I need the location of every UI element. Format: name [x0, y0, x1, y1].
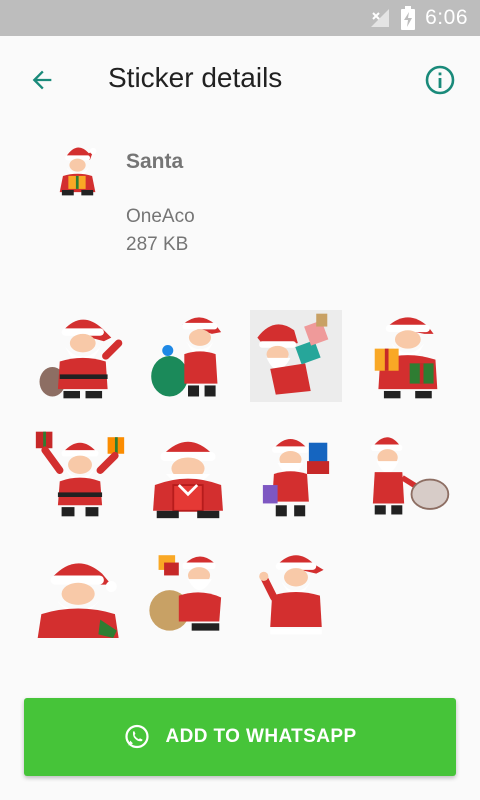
santa-holding-gifts: [374, 317, 438, 399]
whatsapp-icon: [125, 724, 150, 749]
no-signal-icon: [371, 9, 390, 27]
santa-smiling: [37, 563, 119, 638]
sticker-item[interactable]: [356, 424, 456, 524]
santa-with-sack-waving: [39, 319, 123, 399]
status-icons: 6:06: [369, 0, 468, 36]
sticker-item[interactable]: [356, 306, 456, 406]
info-icon: [425, 65, 455, 95]
page-title: Sticker details: [108, 62, 283, 93]
pack-name: Santa: [126, 150, 184, 173]
santa-waving: [259, 555, 324, 635]
tray-icon: [50, 140, 104, 200]
santa-holding-red-gift: [153, 441, 223, 519]
sticker-item[interactable]: [246, 306, 346, 406]
status-time: 6:06: [425, 6, 468, 29]
app-bar: Sticker details: [0, 36, 480, 120]
battery-charging-icon: [401, 6, 416, 30]
sticker-item[interactable]: [138, 424, 238, 524]
sticker-item[interactable]: [138, 542, 238, 642]
santa-lying-with-gifts: [149, 555, 222, 631]
sticker-item[interactable]: [246, 424, 346, 524]
sticker-item[interactable]: [246, 542, 346, 642]
arrow-back-icon: [32, 70, 52, 90]
pack-publisher: OneAco: [126, 206, 195, 227]
add-to-whatsapp-button[interactable]: ADD TO WHATSAPP: [24, 698, 456, 776]
santa-raising-gifts: [35, 431, 125, 517]
sticker-item[interactable]: [30, 306, 130, 406]
pack-header: Santa OneAco 287 KB: [0, 130, 480, 270]
santa-with-green-sack: [151, 317, 222, 397]
santa-with-gift-bag: [262, 439, 330, 517]
sticker-item[interactable]: [138, 306, 238, 406]
sticker-item[interactable]: [30, 424, 130, 524]
status-bar: 6:06: [0, 0, 480, 36]
sticker-item[interactable]: [30, 542, 130, 642]
santa-pulling-sack: [371, 437, 450, 515]
pack-size: 287 KB: [126, 234, 189, 255]
santa-icon: [59, 147, 97, 196]
santa-carrying-gifts: [250, 310, 342, 402]
info-button[interactable]: [420, 60, 460, 100]
add-to-whatsapp-label: ADD TO WHATSAPP: [165, 726, 357, 747]
back-button[interactable]: [22, 60, 62, 100]
